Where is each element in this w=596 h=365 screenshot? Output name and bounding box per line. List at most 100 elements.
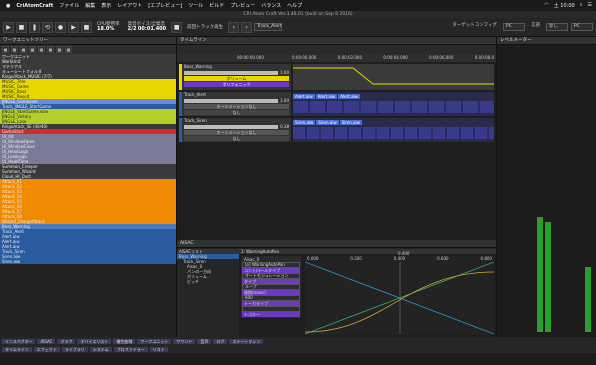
- tool-5-icon[interactable]: ▦: [38, 46, 45, 53]
- timeline-ruler: 00:00:00.000 0:00:00.000 0:00:02.000 0:0…: [177, 54, 496, 62]
- workunit-panel-title: ワークユニットツリー: [0, 37, 176, 45]
- volume-slider-alert[interactable]: [184, 98, 279, 103]
- search-icon[interactable]: ⌕: [580, 2, 583, 9]
- menu-preview[interactable]: プレビュー: [230, 2, 255, 9]
- status-tab[interactable]: タイムライン: [2, 346, 32, 352]
- level-meter-title: レベルメーター: [497, 37, 596, 45]
- status-tab[interactable]: グラフ: [57, 338, 76, 344]
- track-headers: Boss_Warning 1.00 ボリューム ポリフォニック Track_Al…: [179, 64, 291, 142]
- clock[interactable]: 土 10:00: [554, 2, 575, 9]
- track-header-siren[interactable]: Track_Siren 0.38 オートメーションなし なし: [179, 118, 291, 142]
- status-tab[interactable]: ワークユニット: [137, 338, 172, 344]
- menu-preview-e[interactable]: [エプレビュー]: [148, 2, 182, 9]
- tool-3-icon[interactable]: ▦: [20, 46, 27, 53]
- bottom-tabbar-1: インスペクター AISAC グラフ デバイスリスト 補完曲線 ワークユニット サウンド 音声ロ…: [0, 337, 596, 345]
- pause-icon[interactable]: ❚: [29, 21, 40, 33]
- aisac-axis-2: 0.400: [393, 256, 406, 261]
- stop-icon[interactable]: ■: [16, 21, 27, 33]
- status-tab[interactable]: ライブラリ: [61, 346, 88, 352]
- menu-tools[interactable]: ツール: [188, 2, 203, 9]
- menu-edit[interactable]: 編集: [85, 2, 95, 9]
- macos-menubar: ● CriAtomCraft ファイル 編集 表示 レイアウト [エプレビュー]…: [0, 0, 596, 11]
- tool-1-icon[interactable]: ▦: [2, 46, 9, 53]
- workunit-toolbar: ▦ ▦ ▦ ▦ ▦ ▦ ▦ ▦: [0, 45, 176, 54]
- sub-alert[interactable]: なし: [184, 110, 289, 115]
- app-menu[interactable]: CriAtomCraft: [16, 3, 53, 9]
- menu-build[interactable]: ビルド: [209, 2, 224, 9]
- ruler-4: 0:00:08.0: [474, 55, 494, 60]
- aisac-props: Aisac_0 [o] WarningAutoPan コントロールタイプ オート…: [241, 256, 301, 318]
- menu-balance[interactable]: バランス: [261, 2, 281, 9]
- device-select[interactable]: なし: [546, 23, 568, 31]
- target-label: ターゲットコンフィグ: [452, 23, 497, 28]
- aisac-panel: AISAC AISACリスト Boss_Warning Track_Siren …: [177, 240, 496, 337]
- toolbar: ▶ ■ ❚ ⟲ ● ▶ ■ CPU使用率 18.0% 発音ボイス/全発音 2/2 0…: [0, 18, 596, 37]
- track-header-boss[interactable]: Boss_Warning 1.00 ボリューム ポリフォニック: [179, 64, 291, 90]
- volume-row-siren: 0.38: [182, 123, 291, 130]
- lane-siren[interactable]: Siren.aiw Siren.aiw Siren.aiw: [293, 118, 494, 142]
- volume-slider-siren[interactable]: [184, 124, 279, 129]
- loop-icon[interactable]: ⟲: [42, 21, 53, 33]
- status-tab[interactable]: AISAC: [37, 338, 56, 344]
- clip[interactable]: Alert.aiw: [293, 94, 315, 99]
- status-tab[interactable]: 補完曲線: [113, 338, 136, 344]
- timeline-toolbar: [177, 45, 496, 54]
- tool-2-icon[interactable]: ▦: [11, 46, 18, 53]
- clip[interactable]: Alert.aiw: [338, 94, 360, 99]
- param-boss[interactable]: ボリューム: [184, 76, 289, 81]
- status-tab[interactable]: プロファイラー: [113, 346, 148, 352]
- ruler-0: 0:00:00.000: [292, 55, 317, 60]
- status-tab[interactable]: システム: [89, 346, 112, 352]
- key2-label: トゴキー: [242, 312, 300, 317]
- param-alert[interactable]: オートメーションなし: [184, 104, 289, 109]
- record-icon[interactable]: ●: [55, 21, 66, 33]
- lane-boss[interactable]: [293, 64, 494, 90]
- menu-help[interactable]: ヘルプ: [287, 2, 302, 9]
- tool-7-icon[interactable]: ▦: [56, 46, 63, 53]
- target2-select[interactable]: PC: [571, 23, 593, 31]
- status-tab[interactable]: エフェクト: [33, 346, 60, 352]
- sub-siren[interactable]: なし: [184, 136, 289, 141]
- status-tab[interactable]: 音声: [197, 338, 212, 344]
- status-tab[interactable]: リスト: [149, 346, 168, 352]
- status-tab[interactable]: デバイスリスト: [77, 338, 112, 344]
- wifi-icon[interactable]: ◠: [544, 2, 548, 9]
- apple-icon[interactable]: ●: [6, 3, 10, 9]
- status-tab[interactable]: インスペクター: [2, 338, 36, 344]
- param-siren[interactable]: オートメーションなし: [184, 130, 289, 135]
- clip[interactable]: Siren.aiw: [316, 120, 339, 125]
- menu-file[interactable]: ファイル: [59, 2, 79, 9]
- target-select[interactable]: PC: [503, 23, 525, 31]
- track-header-alert[interactable]: Track_Alert 1.00 オートメーションなし なし: [179, 92, 291, 116]
- volume-slider-boss[interactable]: [184, 70, 279, 75]
- aisac-item-head: 2: WarningAutoPan: [239, 249, 496, 254]
- lane-alert[interactable]: Alert.aiw Alert.aiw Alert.aiw: [293, 92, 494, 116]
- menu-list-icon[interactable]: ☰: [588, 2, 592, 9]
- play-all-icon[interactable]: ▶: [3, 21, 14, 33]
- clip[interactable]: Siren.aiw: [293, 120, 316, 125]
- tree-item[interactable]: Siren.aiw: [0, 259, 176, 264]
- cpu-readout: CPU使用率 18.0%: [97, 22, 120, 32]
- menu-view[interactable]: 表示: [101, 2, 111, 9]
- clip[interactable]: Siren.aiw: [339, 120, 362, 125]
- tool-8-icon[interactable]: ▦: [65, 46, 72, 53]
- stop-2-icon[interactable]: ■: [81, 21, 92, 33]
- sub-boss[interactable]: ポリフォニック: [184, 82, 289, 87]
- stop-3-icon[interactable]: ■: [171, 21, 183, 33]
- tool-6-icon[interactable]: ▦: [47, 46, 54, 53]
- play-icon[interactable]: ▶: [68, 21, 79, 33]
- aisac-graph[interactable]: 0.000 0.200 0.400 0.600 0.800 0.400: [305, 251, 494, 335]
- clip[interactable]: Alert.aiw: [315, 94, 338, 99]
- prev-track-icon[interactable]: ‹: [228, 21, 240, 33]
- workunit-panel: ワークユニットツリー ▦ ▦ ▦ ▦ ▦ ▦ ▦ ▦ ワークユニット WorkUn…: [0, 37, 177, 337]
- status-tab[interactable]: サウンド: [173, 338, 196, 344]
- menu-layout[interactable]: レイアウト: [117, 2, 142, 9]
- status-tab[interactable]: ステートマシン: [229, 338, 264, 344]
- next-track-icon[interactable]: ›: [241, 21, 253, 33]
- status-tab[interactable]: ログ: [213, 338, 228, 344]
- volume-val-boss: 1.00: [280, 70, 289, 75]
- aisac-tree-5[interactable]: ピッチ: [177, 279, 239, 284]
- track-select[interactable]: Track_Alert: [254, 23, 283, 31]
- volume-val-siren: 0.38: [280, 124, 289, 129]
- tool-4-icon[interactable]: ▦: [29, 46, 36, 53]
